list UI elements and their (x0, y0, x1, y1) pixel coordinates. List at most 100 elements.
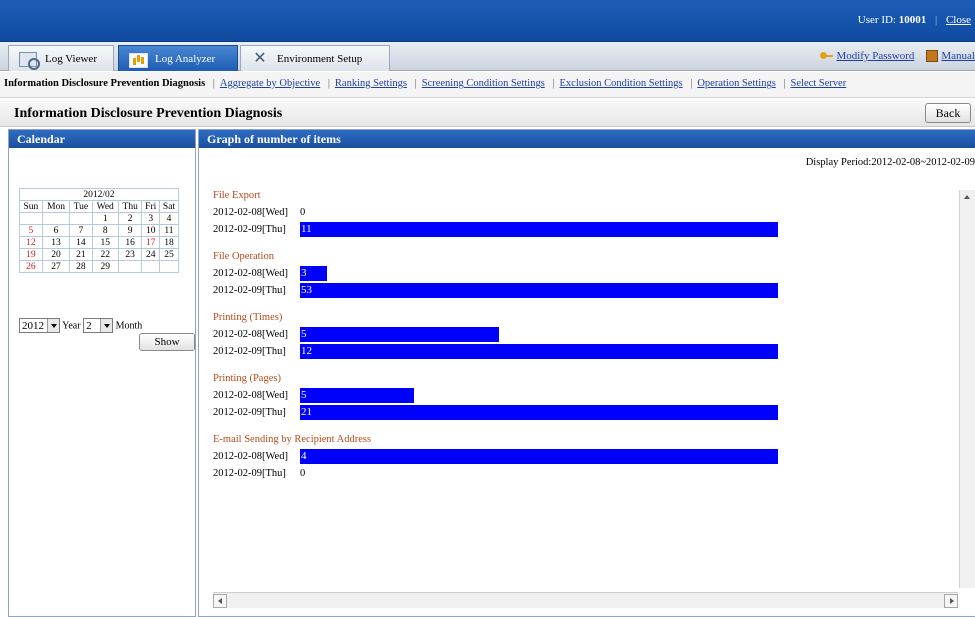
graph-panel-title: Graph of number of items (199, 130, 975, 148)
chart-category-title: File Operation (213, 251, 274, 262)
chart-row-date: 2012-02-08[Wed] (213, 207, 288, 218)
calendar-day[interactable]: 2 (117, 212, 143, 225)
calendar-panel-title: Calendar (9, 130, 195, 148)
calendar-day[interactable]: 28 (69, 260, 93, 273)
calendar-day (117, 260, 143, 273)
tools-icon: ✕ (253, 49, 267, 67)
calendar-weekday: Sun (19, 200, 43, 213)
chart-row: 2012-02-09[Thu] 0 (213, 465, 833, 482)
calendar-day[interactable]: 13 (41, 236, 71, 249)
scroll-right-icon[interactable] (944, 594, 958, 608)
scroll-up-icon[interactable] (960, 190, 975, 204)
page-title: Information Disclosure Prevention Diagno… (14, 106, 283, 121)
calendar-day[interactable]: 12 (19, 236, 43, 249)
show-button[interactable]: Show (139, 333, 195, 351)
key-icon (820, 51, 834, 62)
calendar-day[interactable]: 1 (91, 212, 119, 225)
close-link[interactable]: Close (946, 14, 971, 26)
chart-row-date: 2012-02-09[Thu] (213, 468, 286, 479)
calendar-day[interactable]: 9 (117, 224, 143, 237)
log-analyzer-icon (127, 50, 149, 68)
graph-panel: Graph of number of items Display Period:… (198, 129, 975, 617)
chevron-down-icon (100, 319, 113, 332)
chart-bar: 21 (300, 405, 778, 420)
calendar-day[interactable]: 7 (69, 224, 93, 237)
subnav-link-aggregate[interactable]: Aggregate by Objective (220, 78, 320, 89)
calendar-day[interactable]: 17 (141, 236, 160, 249)
chart-category-title: File Export (213, 190, 261, 201)
subnav-current: Information Disclosure Prevention Diagno… (4, 78, 206, 89)
calendar-day (19, 212, 43, 225)
tab-log-viewer[interactable]: Log Viewer (8, 45, 114, 71)
chart-row: 2012-02-08[Wed] 5 (213, 326, 833, 343)
calendar-day[interactable]: 27 (41, 260, 71, 273)
calendar-form: 2012 Year 2 Month Show (19, 318, 195, 351)
calendar-weekday: Wed (91, 200, 119, 213)
chart-row: 2012-02-08[Wed] 4 (213, 448, 833, 465)
chart-category-title: E-mail Sending by Recipient Address (213, 434, 372, 445)
calendar-day[interactable]: 18 (158, 236, 180, 249)
top-header: User ID: 10001 | Close (0, 0, 975, 42)
calendar-day[interactable]: 4 (158, 212, 180, 225)
calendar-day[interactable]: 22 (91, 248, 119, 261)
user-id-label: User ID: (857, 14, 896, 26)
year-select[interactable]: 2012 (19, 318, 60, 333)
chart-row-date: 2012-02-08[Wed] (213, 329, 288, 340)
chevron-down-icon (47, 319, 59, 332)
chart-bar: 5 (300, 388, 414, 403)
chart-bar: 4 (300, 449, 778, 464)
calendar-day[interactable]: 11 (158, 224, 180, 237)
manual-link[interactable]: Manual (926, 50, 975, 62)
calendar-day[interactable]: 26 (19, 260, 43, 273)
calendar-day[interactable]: 29 (91, 260, 119, 273)
subnav-link-ranking[interactable]: Ranking Settings (335, 78, 407, 89)
calendar-week: 26 27 28 29 (19, 260, 180, 273)
tab-bar: Log Viewer Log Analyzer ✕ Environment Se… (0, 42, 975, 71)
calendar-day[interactable]: 16 (117, 236, 143, 249)
chart-zero-value: 0 (300, 207, 306, 218)
tab-log-analyzer[interactable]: Log Analyzer (118, 45, 238, 71)
subnav-link-screening[interactable]: Screening Condition Settings (422, 78, 545, 89)
subnav-link-select-server[interactable]: Select Server (791, 78, 847, 89)
log-viewer-icon (17, 50, 40, 70)
calendar-week: 12 13 14 15 16 17 18 (19, 236, 180, 249)
month-label: Month (115, 320, 143, 332)
calendar-day[interactable]: 15 (91, 236, 119, 249)
calendar-day[interactable]: 6 (41, 224, 71, 237)
chart-row-date: 2012-02-09[Thu] (213, 346, 286, 357)
calendar-day[interactable]: 21 (69, 248, 93, 261)
back-button[interactable]: Back (925, 103, 971, 123)
chart-row-date: 2012-02-09[Thu] (213, 224, 286, 235)
tab-environment-setup[interactable]: ✕ Environment Setup (240, 45, 390, 71)
subnav-link-operation[interactable]: Operation Settings (697, 78, 775, 89)
calendar-day[interactable]: 19 (19, 248, 43, 261)
subnav-link-exclusion[interactable]: Exclusion Condition Settings (560, 78, 683, 89)
tab-environment-setup-label: Environment Setup (277, 52, 363, 65)
vertical-scrollbar[interactable] (959, 190, 975, 588)
chart-row-date: 2012-02-09[Thu] (213, 285, 286, 296)
chart-bar: 11 (300, 222, 778, 237)
calendar-day[interactable]: 8 (91, 224, 119, 237)
horizontal-scrollbar[interactable] (213, 592, 958, 608)
user-id-value: 10001 (898, 14, 927, 26)
scroll-left-icon[interactable] (213, 594, 227, 608)
chart-row: 2012-02-09[Thu] 12 (213, 343, 833, 360)
calendar-week: 1234 (19, 212, 180, 225)
calendar-day[interactable]: 23 (117, 248, 143, 261)
calendar-day[interactable]: 24 (141, 248, 160, 261)
month-select[interactable]: 2 (83, 318, 114, 333)
calendar-day[interactable]: 3 (141, 212, 160, 225)
calendar-day[interactable]: 5 (19, 224, 43, 237)
chart-row-date: 2012-02-08[Wed] (213, 390, 288, 401)
modify-password-link[interactable]: Modify Password (820, 50, 914, 62)
calendar-weekday: Sat (158, 200, 180, 213)
calendar-day[interactable]: 10 (141, 224, 160, 237)
chart-category-title: Printing (Times) (213, 312, 283, 323)
tab-log-viewer-label: Log Viewer (45, 52, 97, 65)
calendar-day[interactable]: 20 (41, 248, 71, 261)
chart-category-title: Printing (Pages) (213, 373, 281, 384)
calendar-day[interactable]: 25 (158, 248, 180, 261)
display-period: Display Period:2012-02-08~2012-02-09 (805, 157, 975, 168)
calendar-day[interactable]: 14 (69, 236, 93, 249)
chart-row: 2012-02-09[Thu] 11 (213, 221, 833, 238)
